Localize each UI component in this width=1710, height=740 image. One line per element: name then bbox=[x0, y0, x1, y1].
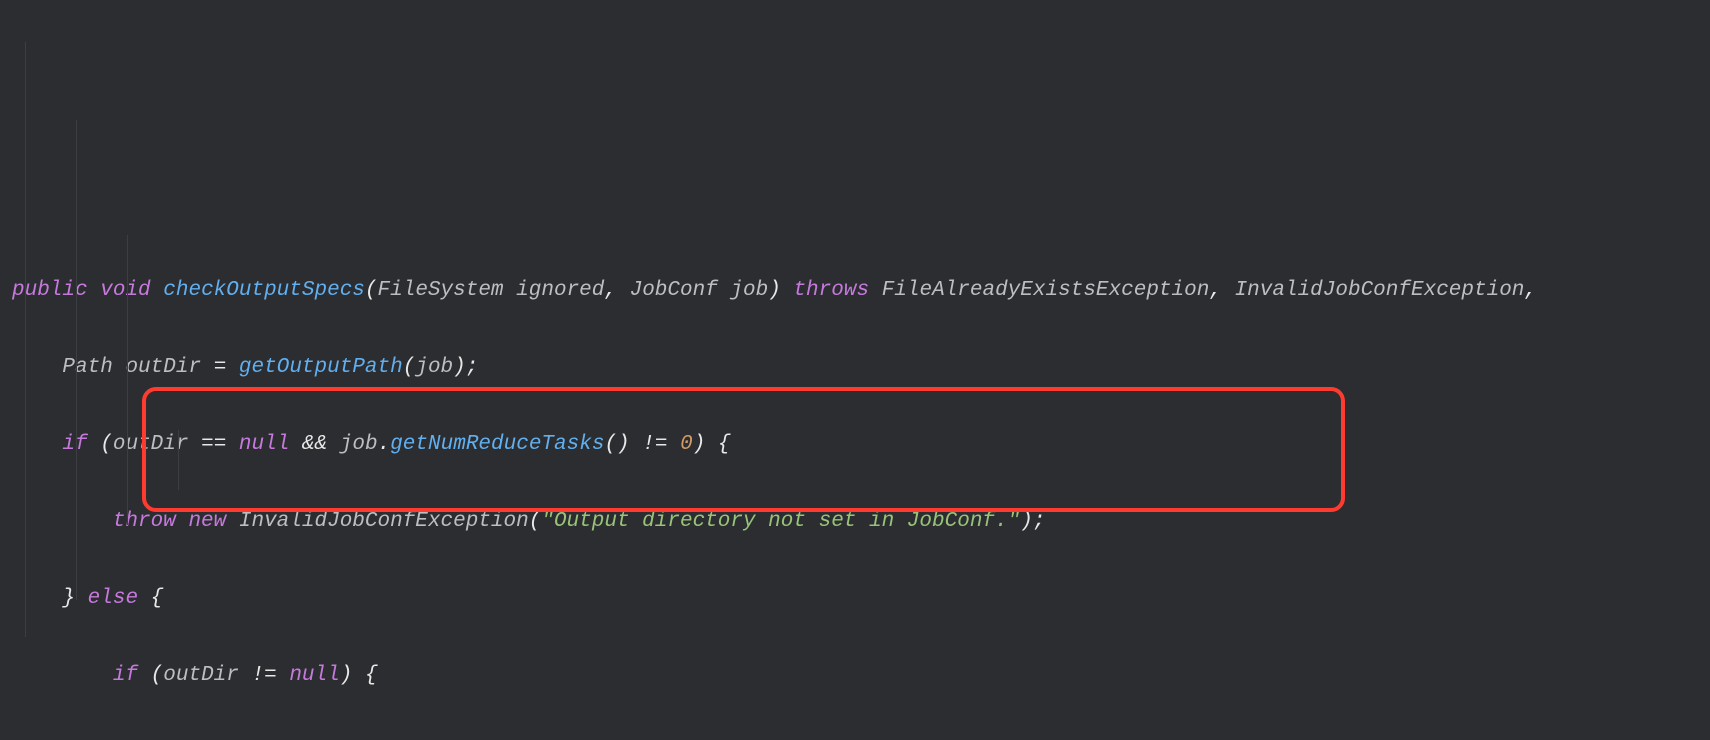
type-name: JobConf bbox=[630, 279, 718, 302]
code-line: throw new InvalidJobConfException("Outpu… bbox=[12, 503, 1710, 542]
brace: { bbox=[151, 587, 164, 610]
paren: ( bbox=[151, 664, 164, 687]
type-name: InvalidJobConfException bbox=[239, 510, 529, 533]
code-line: Path outDir = getOutputPath(job); bbox=[12, 349, 1710, 388]
keyword-new: new bbox=[188, 510, 226, 533]
paren: ( bbox=[529, 510, 542, 533]
keyword-void: void bbox=[100, 279, 150, 302]
indent-guide bbox=[178, 430, 179, 490]
operator-eqeq: == bbox=[201, 433, 226, 456]
code-editor[interactable]: public void checkOutputSpecs(FileSystem … bbox=[0, 0, 1710, 740]
comma: , bbox=[1209, 279, 1222, 302]
code-line: FileSystem fs = outDir.getFileSystem(job… bbox=[12, 734, 1710, 740]
paren-semi: ); bbox=[453, 356, 478, 379]
indent-guide bbox=[25, 42, 26, 637]
keyword-throws: throws bbox=[793, 279, 869, 302]
paren-semi: ); bbox=[1020, 510, 1045, 533]
code-line: if (outDir != null) { bbox=[12, 657, 1710, 696]
method-name: checkOutputSpecs bbox=[163, 279, 365, 302]
indent-guide bbox=[127, 235, 128, 525]
variable: outDir bbox=[163, 664, 239, 687]
keyword-if: if bbox=[113, 664, 138, 687]
dot: . bbox=[378, 433, 391, 456]
paren: ( bbox=[403, 356, 416, 379]
parens: () bbox=[604, 433, 629, 456]
indent-guide bbox=[76, 120, 77, 600]
code-line: public void checkOutputSpecs(FileSystem … bbox=[12, 272, 1710, 311]
comma: , bbox=[1524, 279, 1537, 302]
param-name: job bbox=[730, 279, 768, 302]
type-name: InvalidJobConfException bbox=[1235, 279, 1525, 302]
method-call: getOutputPath bbox=[239, 356, 403, 379]
type-name: FileSystem bbox=[378, 279, 504, 302]
keyword-else: else bbox=[88, 587, 138, 610]
paren: ( bbox=[365, 279, 378, 302]
code-line: } else { bbox=[12, 580, 1710, 619]
type-name: FileAlreadyExistsException bbox=[882, 279, 1210, 302]
paren: ( bbox=[100, 433, 113, 456]
string-literal: "Output directory not set in JobConf." bbox=[541, 510, 1020, 533]
keyword-null: null bbox=[289, 664, 339, 687]
number-literal: 0 bbox=[680, 433, 693, 456]
keyword-null: null bbox=[239, 433, 289, 456]
brace: } bbox=[62, 587, 75, 610]
code-line: if (outDir == null && job.getNumReduceTa… bbox=[12, 426, 1710, 465]
variable: outDir bbox=[125, 356, 201, 379]
operator-neq: != bbox=[252, 664, 277, 687]
operator-neq: != bbox=[642, 433, 667, 456]
brace: ) { bbox=[340, 664, 378, 687]
brace: ) { bbox=[693, 433, 731, 456]
comma: , bbox=[604, 279, 617, 302]
type-name: Path bbox=[62, 356, 112, 379]
param-name: ignored bbox=[516, 279, 604, 302]
argument: job bbox=[415, 356, 453, 379]
variable: job bbox=[340, 433, 378, 456]
operator-and: && bbox=[302, 433, 327, 456]
keyword-throw: throw bbox=[113, 510, 176, 533]
method-call: getNumReduceTasks bbox=[390, 433, 604, 456]
operator-assign: = bbox=[214, 356, 227, 379]
paren: ) bbox=[768, 279, 781, 302]
